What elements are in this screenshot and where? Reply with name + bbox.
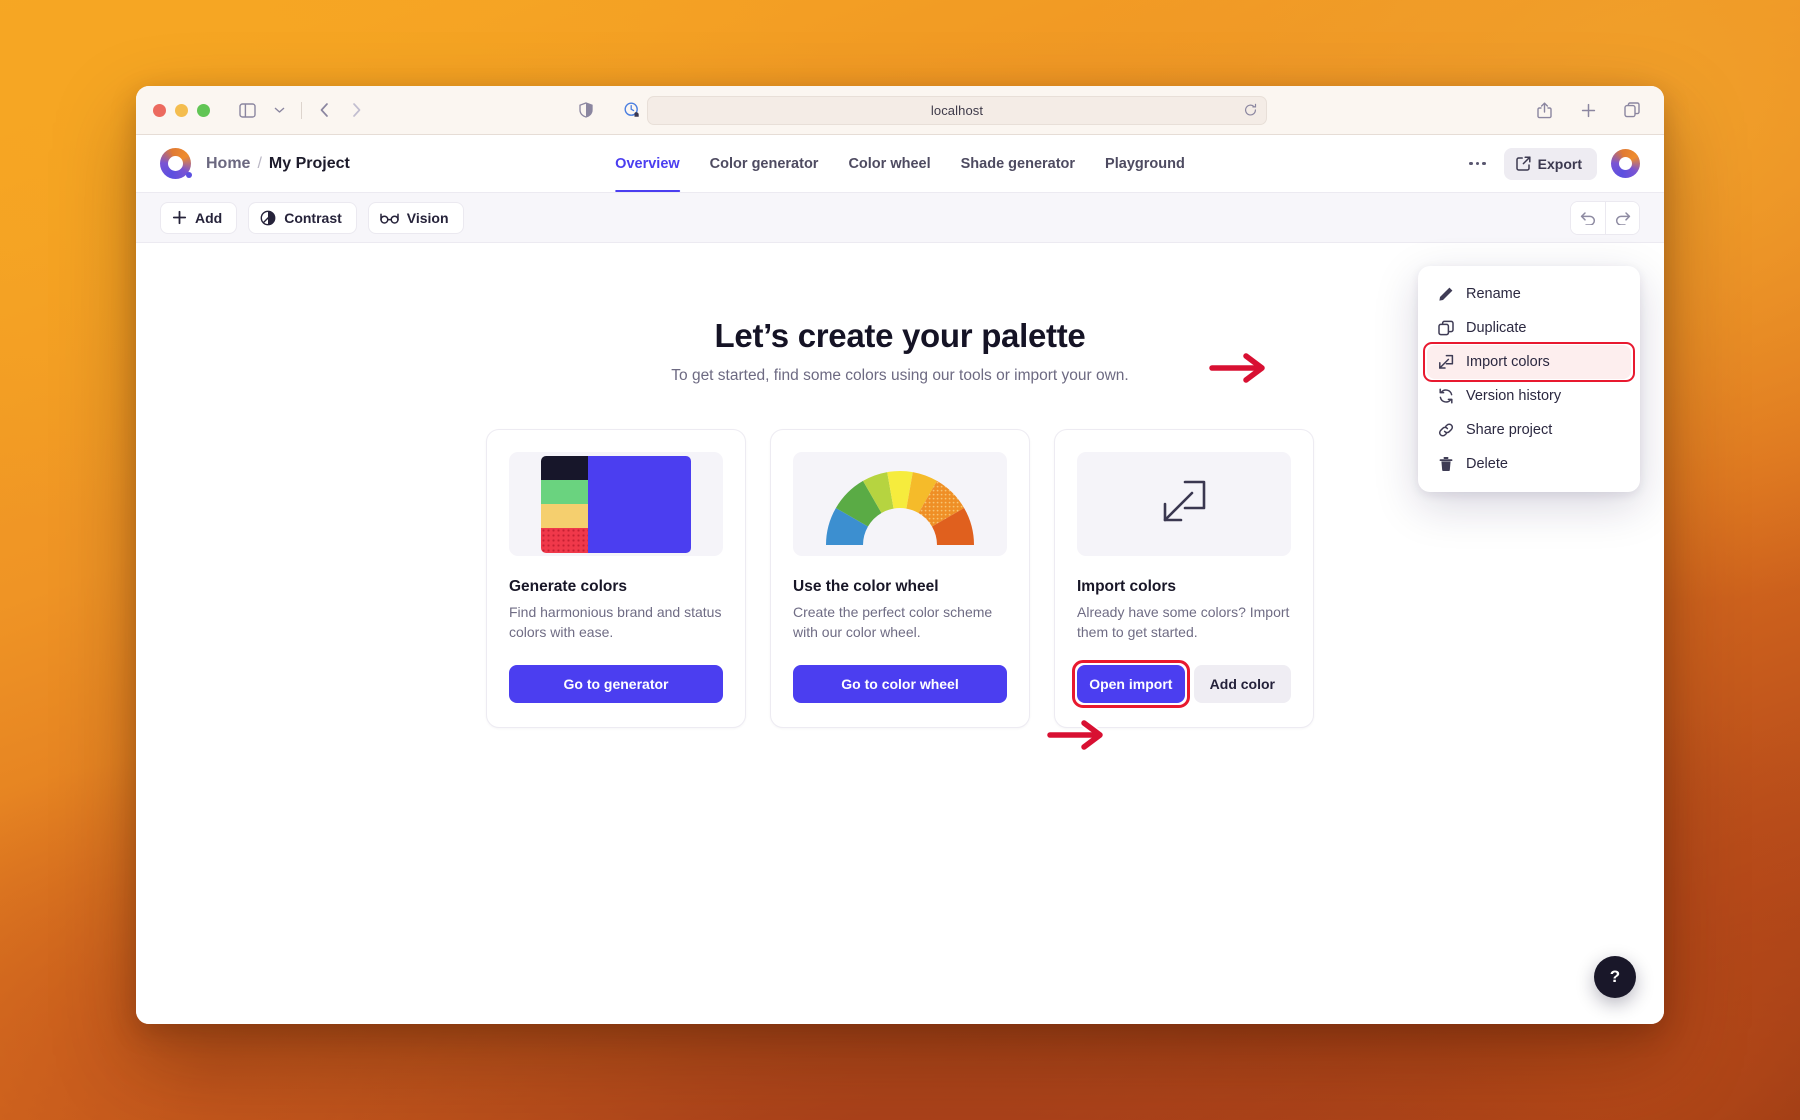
export-label: Export bbox=[1538, 156, 1582, 172]
help-button[interactable]: ? bbox=[1594, 956, 1636, 998]
desktop-wallpaper: localhost bbox=[0, 0, 1800, 1120]
reload-icon[interactable] bbox=[1244, 104, 1257, 117]
menu-item-label: Import colors bbox=[1466, 354, 1550, 370]
redo-button[interactable] bbox=[1605, 202, 1639, 234]
project-options-menu: Rename Duplicate bbox=[1418, 266, 1640, 492]
menu-item-label: Share project bbox=[1466, 422, 1552, 438]
card-art-import bbox=[1077, 452, 1291, 556]
back-arrow-icon[interactable] bbox=[309, 96, 339, 124]
menu-item-delete[interactable]: Delete bbox=[1427, 447, 1631, 481]
tab-color-generator[interactable]: Color generator bbox=[710, 135, 819, 192]
breadcrumb: Home / My Project bbox=[206, 155, 350, 173]
swatch-preview bbox=[541, 456, 691, 553]
menu-item-version-history[interactable]: Version history bbox=[1427, 379, 1631, 413]
swatch-primary bbox=[588, 456, 691, 553]
card-art-wheel bbox=[793, 452, 1007, 556]
maximize-window-button[interactable] bbox=[197, 104, 210, 117]
card-title: Import colors bbox=[1077, 578, 1291, 596]
duplicate-icon bbox=[1437, 320, 1454, 336]
menu-item-share-project[interactable]: Share project bbox=[1427, 413, 1631, 447]
card-description: Already have some colors? Import them to… bbox=[1077, 603, 1291, 643]
glasses-icon bbox=[380, 211, 399, 225]
undo-button[interactable] bbox=[1571, 202, 1605, 234]
tab-color-wheel[interactable]: Color wheel bbox=[848, 135, 930, 192]
close-window-button[interactable] bbox=[153, 104, 166, 117]
link-icon bbox=[1437, 422, 1454, 438]
browser-chrome: localhost bbox=[136, 86, 1664, 135]
url-input[interactable]: localhost bbox=[647, 96, 1267, 125]
avatar[interactable] bbox=[1611, 149, 1640, 178]
undo-redo-group bbox=[1570, 201, 1640, 235]
card-generate-colors: Generate colors Find harmonious brand an… bbox=[486, 429, 746, 728]
url-text: localhost bbox=[931, 103, 983, 118]
go-to-color-wheel-button[interactable]: Go to color wheel bbox=[793, 665, 1007, 703]
swatch-red bbox=[541, 528, 588, 552]
tab-overview-icon[interactable] bbox=[1617, 96, 1647, 124]
vision-button[interactable]: Vision bbox=[368, 202, 464, 234]
swatch-dark bbox=[541, 456, 588, 480]
import-icon bbox=[1437, 354, 1454, 370]
extension-icon[interactable] bbox=[617, 96, 647, 124]
breadcrumb-project-name[interactable]: My Project bbox=[269, 155, 350, 173]
card-art-swatches bbox=[509, 452, 723, 556]
import-icon bbox=[1159, 477, 1209, 532]
menu-item-label: Version history bbox=[1466, 388, 1561, 404]
menu-item-import-colors[interactable]: Import colors bbox=[1427, 345, 1631, 379]
menu-item-duplicate[interactable]: Duplicate bbox=[1427, 311, 1631, 345]
editor-toolbar: Add Contrast bbox=[136, 192, 1664, 243]
add-label: Add bbox=[195, 210, 222, 226]
tab-playground[interactable]: Playground bbox=[1105, 135, 1185, 192]
browser-window: localhost bbox=[136, 86, 1664, 1024]
menu-item-rename[interactable]: Rename bbox=[1427, 277, 1631, 311]
open-import-highlight: Open import bbox=[1077, 665, 1185, 703]
pencil-icon bbox=[1437, 286, 1454, 302]
chevron-down-icon[interactable] bbox=[264, 96, 294, 124]
logo-dot bbox=[186, 172, 192, 178]
history-icon bbox=[1437, 388, 1454, 404]
breadcrumb-separator: / bbox=[257, 155, 261, 173]
color-wheel-preview bbox=[822, 461, 978, 547]
minimize-window-button[interactable] bbox=[175, 104, 188, 117]
chrome-divider bbox=[301, 102, 302, 119]
plus-icon bbox=[172, 210, 187, 225]
contrast-icon bbox=[260, 210, 276, 226]
annotation-arrow-to-open-import bbox=[1044, 718, 1116, 752]
open-import-button[interactable]: Open import bbox=[1077, 665, 1185, 703]
menu-item-label: Duplicate bbox=[1466, 320, 1526, 336]
card-import-colors: Import colors Already have some colors? … bbox=[1054, 429, 1314, 728]
go-to-generator-button[interactable]: Go to generator bbox=[509, 665, 723, 703]
menu-item-label: Rename bbox=[1466, 286, 1521, 302]
card-color-wheel: Use the color wheel Create the perfect c… bbox=[770, 429, 1030, 728]
card-description: Create the perfect color scheme with our… bbox=[793, 603, 1007, 643]
plus-icon[interactable] bbox=[1573, 96, 1603, 124]
sidebar-toggle-icon[interactable] bbox=[232, 96, 262, 124]
forward-arrow-icon[interactable] bbox=[341, 96, 371, 124]
export-share-icon bbox=[1516, 156, 1531, 171]
add-button[interactable]: Add bbox=[160, 202, 237, 234]
vision-label: Vision bbox=[407, 210, 449, 226]
card-title: Use the color wheel bbox=[793, 578, 1007, 596]
tab-overview[interactable]: Overview bbox=[615, 135, 680, 192]
contrast-label: Contrast bbox=[284, 210, 342, 226]
card-title: Generate colors bbox=[509, 578, 723, 596]
card-description: Find harmonious brand and status colors … bbox=[509, 603, 723, 643]
privacy-shield-icon[interactable] bbox=[571, 96, 601, 124]
swatch-green bbox=[541, 480, 588, 504]
breadcrumb-home-link[interactable]: Home bbox=[206, 155, 250, 173]
menu-item-label: Delete bbox=[1466, 456, 1508, 472]
app-header: Home / My Project Overview Color generat… bbox=[136, 135, 1664, 192]
contrast-button[interactable]: Contrast bbox=[248, 202, 357, 234]
trash-icon bbox=[1437, 456, 1454, 472]
app-logo-icon bbox=[160, 148, 191, 179]
tab-shade-generator[interactable]: Shade generator bbox=[961, 135, 1075, 192]
swatch-yellow bbox=[541, 504, 588, 528]
share-icon[interactable] bbox=[1529, 96, 1559, 124]
annotation-arrow-to-menu-import bbox=[1206, 351, 1278, 385]
add-color-button[interactable]: Add color bbox=[1194, 665, 1291, 703]
export-button[interactable]: Export bbox=[1504, 148, 1597, 180]
main-nav-tabs: Overview Color generator Color wheel Sha… bbox=[615, 135, 1185, 192]
more-options-button[interactable] bbox=[1465, 156, 1490, 172]
url-bar-container: localhost bbox=[371, 96, 1519, 125]
window-traffic-lights bbox=[153, 104, 210, 117]
